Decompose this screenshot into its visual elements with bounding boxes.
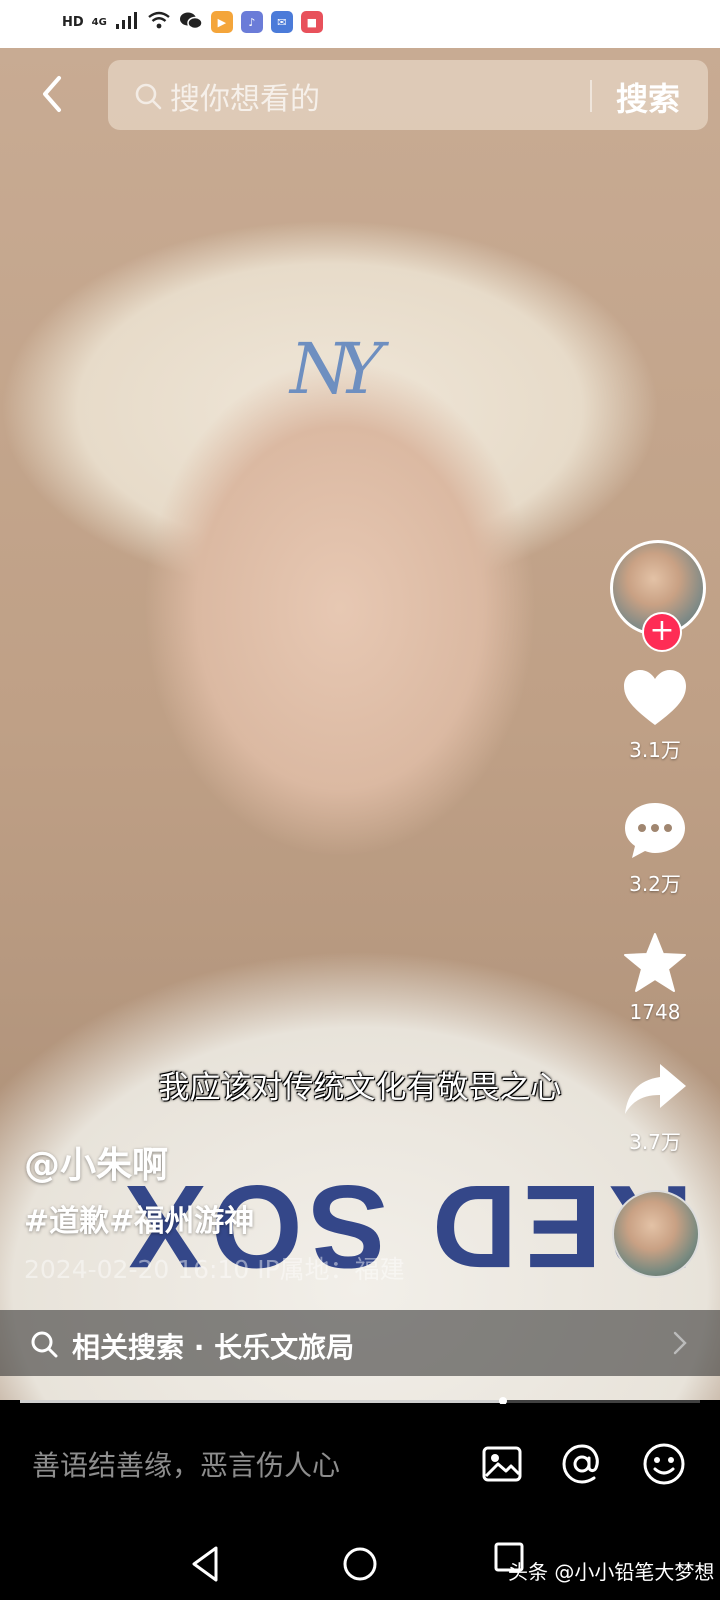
- network-type-indicator: 4G: [91, 16, 107, 28]
- search-input[interactable]: 搜你想看的: [170, 74, 320, 118]
- search-icon: [135, 83, 162, 110]
- favorite-count: 1748: [629, 1000, 681, 1024]
- video-app-icon: ▶: [210, 11, 233, 33]
- favorite-action[interactable]: 1748: [610, 932, 700, 1024]
- comment-icon: [625, 803, 685, 858]
- author-name[interactable]: @小朱啊: [24, 1136, 168, 1188]
- search-box[interactable]: 搜你想看的 搜索: [108, 60, 708, 130]
- share-count: 3.7万: [629, 1130, 681, 1154]
- like-count: 3.1万: [629, 738, 681, 762]
- search-icon: [31, 1331, 58, 1358]
- chevron-right-icon: [673, 1331, 687, 1355]
- hashtags[interactable]: #道歉#福州游神: [24, 1196, 254, 1240]
- watermark: 头条 @小小铅笔大梦想: [508, 1560, 715, 1584]
- progress-fill: [20, 1400, 503, 1403]
- status-bar: HD 4G ▶ ♪ ✉ ■: [0, 0, 720, 48]
- emoji-icon[interactable]: [640, 1440, 688, 1488]
- mention-icon[interactable]: [558, 1440, 606, 1488]
- mail-app-icon: ✉: [270, 11, 293, 33]
- related-search-label: 相关搜索 · 长乐文旅局: [72, 1331, 355, 1364]
- nav-home-icon[interactable]: [336, 1540, 384, 1588]
- comment-action[interactable]: 3.2万: [610, 800, 700, 897]
- post-meta: 2024-02-20 16:10 IP属地：福建: [24, 1255, 405, 1284]
- related-search-bar[interactable]: 相关搜索 · 长乐文旅局: [0, 1310, 720, 1376]
- back-arrow-icon: [43, 76, 61, 112]
- comment-input[interactable]: 善语结善缘，恶言伤人心: [32, 1444, 340, 1484]
- cap-logo: NY: [290, 328, 384, 410]
- follow-button[interactable]: +: [642, 612, 682, 652]
- nav-back-icon[interactable]: [182, 1540, 230, 1588]
- like-action[interactable]: 3.1万: [610, 668, 700, 763]
- comment-count: 3.2万: [629, 872, 681, 896]
- star-icon: [624, 933, 686, 992]
- heart-icon: [624, 670, 686, 725]
- back-button[interactable]: [30, 72, 74, 116]
- comment-bar: 善语结善缘，恶言伤人心: [0, 1404, 720, 1524]
- search-button[interactable]: 搜索: [616, 74, 680, 120]
- music-disc-avatar[interactable]: [612, 1190, 700, 1278]
- signal-icon: [115, 10, 139, 34]
- video-progress-bar[interactable]: [20, 1397, 700, 1405]
- shopping-app-icon: ■: [300, 11, 323, 33]
- search-divider: [590, 80, 592, 112]
- top-bar: 搜你想看的 搜索: [0, 60, 720, 130]
- video-subtitle: 我应该对传统文化有敬畏之心: [158, 1070, 562, 1106]
- wifi-icon: [147, 10, 171, 34]
- hd-indicator: HD: [62, 14, 84, 30]
- wechat-icon: [179, 10, 203, 34]
- music-app-icon: ♪: [240, 11, 263, 33]
- status-icons: HD 4G ▶ ♪ ✉ ■: [62, 10, 323, 34]
- image-icon[interactable]: [478, 1440, 526, 1488]
